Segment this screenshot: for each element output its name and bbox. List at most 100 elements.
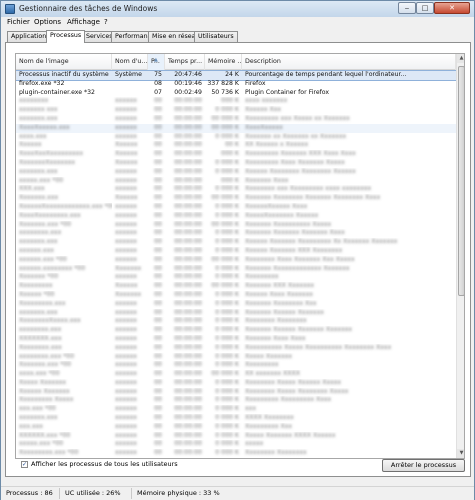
menu-fichier[interactable]: Fichier (7, 18, 30, 26)
process-row[interactable]: xxxxxxxx xxxxxx 00 00:00:00 000 Kxxxx xxxxxx… (16, 97, 456, 106)
show-all-users-checkbox[interactable]: ✓ (21, 461, 28, 468)
process-row[interactable]: Xxxxxxxxx.xxx xxxxxx 00 00:00:00 0 000 K Xxxx… (16, 300, 456, 309)
process-row[interactable]: Xxxxxxxxx Xxxxxx 00 00:00:00 00 000 K Xxxxxxx… (16, 282, 456, 291)
close-button[interactable]: ✕ (434, 2, 470, 14)
process-row[interactable]: XXXXXX.xxx *00 xxxxxx 00 00:00:00 0 000 K Xxx… (16, 432, 456, 441)
process-row[interactable]: xxx.xxx *00 xxxxxx 00 00:00:00 0 000 K xxx (16, 405, 456, 414)
process-row[interactable]: Xxxxxxx.xxx *00 xxxxxx 00 00:00:00 00 000 K X… (16, 221, 456, 230)
process-row[interactable]: xxxxxxxx.xxx xxxxxx 00 00:00:00 0 000 K Xxxxx… (16, 326, 456, 335)
menu-help[interactable]: ? (104, 18, 108, 26)
cpu-cell: 00 (154, 255, 162, 263)
process-row[interactable]: XxxxxxXxxxxxxxxxxxx.xxx *00 xxxxxx 00 00:00… (16, 203, 456, 212)
scroll-thumb[interactable] (458, 66, 464, 296)
scroll-up-icon[interactable]: ▲ (457, 54, 464, 63)
process-row[interactable]: xxxxxxx.xxx xxxxxx 00 00:00:00 0 000 K Xxxxxx… (16, 309, 456, 318)
process-row[interactable]: Xxxxx Xxxxxxx xxxxxx 00 00:00:00 0 000 K Xxxx… (16, 379, 456, 388)
process-row[interactable]: Xxxxxx Xxxxxxx xxxxxx 00 00:00:00 0 000 K Xxx… (16, 388, 456, 397)
process-row[interactable]: xxxxx.xxx *00 xxxxxx 00 00:00:00 0 000 K xxxx… (16, 440, 456, 449)
process-row[interactable]: xxxxxxx.xxx xxxxxx 00 00:00:00 0 000 K XXXX X… (16, 414, 456, 423)
cpu-cell: 00 (154, 317, 162, 325)
user-name-cell: xxxxxx (115, 202, 137, 210)
menu-options[interactable]: Options (34, 18, 61, 26)
process-row[interactable]: Xxxxxxxxx.xxx *00 xxxxxx 00 00:00:00 0 000 K… (16, 449, 456, 458)
process-row[interactable]: xxxxxx.xxx *00 xxxxxx 00 00:00:00 00 000 K Xx… (16, 256, 456, 265)
process-row[interactable]: xxxxxxx.xxx xxxxxx 00 00:00:00 00 000 K Xxxxx… (16, 115, 456, 124)
cpu-cell: 00 (154, 387, 162, 395)
image-name-cell: xxxxxxx.xxx (19, 414, 58, 422)
description-cell: Xxxxxx Xxxx Xxxxxxx (245, 290, 313, 298)
process-row[interactable]: xxxxxx.xxxxxxxx *00 Xxxxxxx 00 00:00:00 0 00… (16, 265, 456, 274)
process-row[interactable]: Xxxxxx Xxxxxx 00 00:00:00 00 K XX Xxxxxx x Xx… (16, 141, 456, 150)
process-row[interactable]: Xxxxxxxx.xxx xxxxxx 00 00:00:00 0 000 K Xxxxx… (16, 344, 456, 353)
tab-processus[interactable]: Processus (46, 30, 86, 43)
column-cpu[interactable]: ▲ P... (148, 54, 165, 70)
image-name-cell: XxxxXxxXxxxxxxxxx (19, 150, 83, 158)
process-row[interactable]: Processus inactif du système Système 75 20:… (16, 70, 456, 81)
process-row[interactable]: xxxxxxx xxx xxxxxx 00 00:00:00 0 000 K Xxxxxx… (16, 106, 456, 115)
memory-cell: 000 K (221, 150, 239, 158)
title-bar[interactable]: Gestionnaire des tâches de Windows ‒ □ ✕ (1, 1, 474, 17)
menu-affichage[interactable]: Affichage (67, 18, 100, 26)
process-row[interactable]: XxxxxxxxXxxxx.xxx xxxxxx 00 00:00:00 0 000 K… (16, 317, 456, 326)
user-name-cell: xxxxxx (115, 405, 137, 413)
user-name-cell: xxxxxx (115, 361, 137, 369)
scroll-down-icon[interactable]: ▼ (457, 449, 464, 458)
image-name-cell: firefox.exe *32 (19, 79, 65, 87)
process-row[interactable]: XxxxXxxXxxxxxxxxx Xxxxxx 00 00:00:00 000 K Xx… (16, 150, 456, 159)
cpu-time-cell: 00:00:00 (174, 194, 202, 202)
process-row[interactable]: Xxxxxx *00 Xxxxxxx 00 00:00:00 0 000 K Xxxxxx… (16, 291, 456, 300)
process-row[interactable]: xxxxxxxx.xxx *00 xxxxxx 00 00:00:00 0 000 K X… (16, 353, 456, 362)
cpu-cell: 00 (154, 246, 162, 254)
process-row[interactable]: xxxxxxxx.xxx xxxxxx 00 00:00:00 0 000 K Xxxxx… (16, 229, 456, 238)
cpu-time-cell: 00:00:00 (174, 343, 202, 351)
process-row[interactable]: XXXXXXX.xxx xxxxxx 00 00:00:00 0 000 K Xxxxxx… (16, 335, 456, 344)
image-name-cell: Xxxxxxxxx.xxx (19, 299, 66, 307)
column-cpu-time[interactable]: Temps pr... (165, 54, 205, 70)
process-row[interactable]: xxxx.xxx xxxxxx 00 00:00:00 0 000 K Xxxxxxx x… (16, 133, 456, 142)
process-list[interactable]: Nom de l'image Nom d'u... ▲ P... Temps p… (15, 53, 465, 459)
description-cell: xxxx xxxxxxx (245, 97, 288, 105)
tab-utilisateurs[interactable]: Utilisateurs (194, 31, 238, 42)
process-row[interactable]: xxxxxxx.xxx xxxxxx 00 00:00:00 0 000 K Xxxxxx… (16, 238, 456, 247)
process-row[interactable]: xxxxx.xxx *00 xxxxxx 00 00:00:00 000 K Xxxxxx… (16, 177, 456, 186)
process-row[interactable]: XXX.xxx xxxxxx 00 00:00:00 0 000 K Xxxxxxxx x… (16, 185, 456, 194)
process-row[interactable]: xxxx.xxx *00 xxxxxx 00 00:00:00 00 000 K XX x… (16, 370, 456, 379)
cpu-time-cell: 00:00:00 (174, 238, 202, 246)
image-name-cell: XxxxxxxXxxxxxxx (19, 158, 76, 166)
process-row[interactable]: Xxxxxxx.xxx Xxxxxx 00 00:00:00 00 000 K Xxxxx… (16, 194, 456, 203)
window-title: Gestionnaire des tâches de Windows (19, 4, 158, 13)
column-description[interactable]: Description (242, 54, 456, 70)
image-name-cell: XXX.xxx (19, 185, 45, 193)
process-row[interactable]: XxxxxxxXxxxxxxx Xxxxxx 00 00:00:00 0 000 K Xx… (16, 159, 456, 168)
process-row[interactable]: Xxxxxxxxx Xxxxx xxxxxx 00 00:00:00 0 000 K Xx… (16, 396, 456, 405)
cpu-cell: 00 (154, 370, 162, 378)
process-row[interactable]: XxxxXxxxxx.xxx xxxxxx 00 00:00:00 00 000 K Xx… (16, 123, 456, 133)
column-user-name[interactable]: Nom d'u... (112, 54, 148, 70)
process-row[interactable]: xxxxxx.xxx xxxxxx 00 00:00:00 0 000 K Xxxxxx … (16, 247, 456, 256)
maximize-button[interactable]: □ (416, 2, 434, 14)
user-name-cell: Xxxxxx (115, 158, 138, 166)
process-row[interactable]: plugin-container.exe *32 07 00:02:49 50 736… (16, 89, 456, 98)
cpu-cell: 00 (154, 97, 162, 105)
process-row[interactable]: firefox.exe *32 08 00:19:46 337 828 K Firefo… (16, 80, 456, 89)
column-image-name[interactable]: Nom de l'image (16, 54, 112, 70)
image-name-cell: XxxxXxxxxxxxx.xxx (19, 211, 81, 219)
show-all-users-label[interactable]: Afficher les processus de tous les utili… (31, 460, 178, 469)
cpu-cell: 00 (154, 123, 162, 131)
cpu-cell: 00 (154, 378, 162, 386)
image-name-cell: xxxxxxxx.xxx (19, 229, 62, 237)
description-cell: Xxxxxxxx Xxxxxxxx (245, 317, 307, 325)
minimize-button[interactable]: ‒ (398, 2, 416, 14)
column-memory[interactable]: Mémoire ... (205, 54, 242, 70)
process-row[interactable]: xxx.xxx xxxxxx 00 00:00:00 0 000 K Xxxxxxxxx … (16, 423, 456, 432)
cpu-cell: 75 (154, 71, 162, 78)
status-physical-memory: Mémoire physique : 33 % (137, 489, 220, 497)
image-name-cell: xxxxxxxx.xxx *00 (19, 352, 75, 360)
process-row[interactable]: Xxxxxxx.xxx *00 xxxxxx 00 00:00:00 0 000 K Xx… (16, 361, 456, 370)
process-row[interactable]: Xxxxxxx *00 xxxxxx 00 00:00:00 0 000 K Xxxxxx… (16, 273, 456, 282)
process-row[interactable]: XxxxXxxxxxxxx.xxx xxxxxx 00 00:00:00 0 000 K… (16, 212, 456, 221)
vertical-scrollbar[interactable]: ▲ ▼ (456, 54, 464, 458)
process-row[interactable]: xxxxxxx.xxx xxxxxx 00 00:00:00 0 000 K Xxxxxx… (16, 168, 456, 177)
end-process-button[interactable]: Arrêter le processus (382, 459, 465, 472)
cpu-time-cell: 00:00:00 (174, 97, 202, 105)
